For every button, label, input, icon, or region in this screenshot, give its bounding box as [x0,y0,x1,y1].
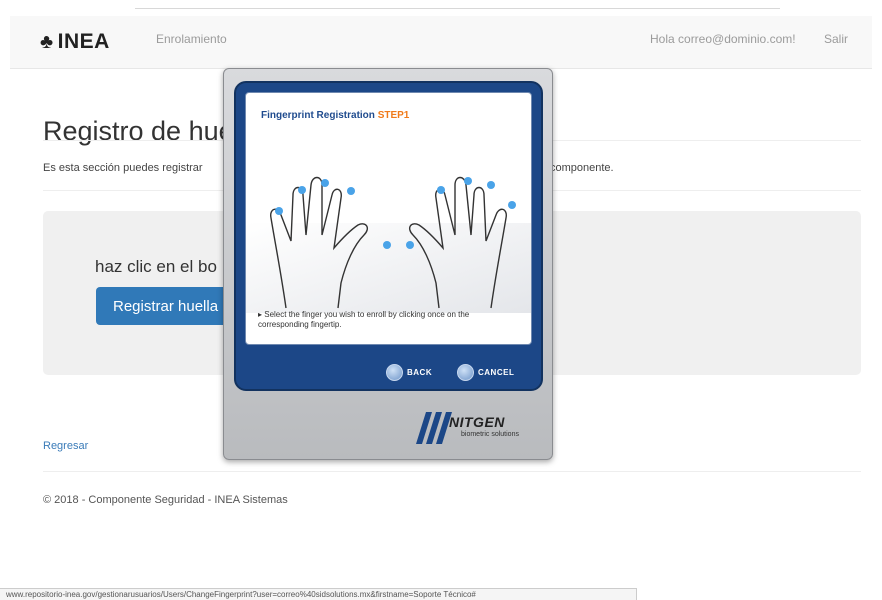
footer-copyright: © 2018 - Componente Seguridad - INEA Sis… [43,494,288,506]
browser-status-url: www.repositorio-inea.gov/gestionarusuari… [0,588,637,600]
fingertip-right-middle[interactable] [464,177,472,185]
brand-logo[interactable]: ♣ INEA [40,30,110,54]
back-link[interactable]: Regresar [43,440,88,452]
fingertip-left-thumb[interactable] [383,241,391,249]
lotus-logo-icon: ♣ [40,30,54,53]
navbar: ♣ INEA Enrolamiento Hola correo@dominio.… [10,16,872,69]
dialog-step: STEP1 [377,110,410,121]
section-description: Es esta sección puedes registrar [43,162,203,174]
nitgen-brand: NITGEN [449,414,505,430]
back-circle-icon [386,363,403,381]
divider [43,471,861,472]
fingertip-left-ring[interactable] [298,186,306,194]
nav-enrolamiento-link[interactable]: Enrolamiento [156,32,227,46]
dialog-instruction: ▸ Select the finger you wish to enroll b… [258,310,470,329]
brand-name: INEA [57,30,110,53]
dialog-title-text: Fingerprint Registration [261,110,375,121]
cancel-circle-icon [457,363,474,381]
dialog-cancel-label: CANCEL [478,367,515,377]
logout-link[interactable]: Salir [824,32,848,46]
fingerprint-dialog: Fingerprint Registration STEP1 ▸ Select … [223,68,553,460]
fingertip-right-thumb[interactable] [406,241,414,249]
fingertip-right-pinky[interactable] [508,201,516,209]
dialog-panel: Fingerprint Registration STEP1 ▸ Select … [245,92,532,345]
fingertip-left-middle[interactable] [321,179,329,187]
hands-illustration [246,176,531,313]
user-greeting-link[interactable]: Hola correo@dominio.com! [650,32,796,46]
dialog-title: Fingerprint Registration STEP1 [261,110,409,121]
dialog-frame: Fingerprint Registration STEP1 ▸ Select … [234,81,543,391]
page-title: Registro de hue [43,116,234,147]
fingertip-right-index[interactable] [437,186,445,194]
fingertip-left-pinky[interactable] [275,207,283,215]
section-description-end: componente. [550,162,614,174]
dialog-back-label: BACK [407,367,433,377]
dialog-cancel-button[interactable]: CANCEL [457,363,514,381]
nitgen-tagline: biometric solutions [461,431,519,438]
fingertip-left-index[interactable] [347,187,355,195]
browser-top-divider [135,8,780,9]
fingertip-right-ring[interactable] [487,181,495,189]
dialog-back-button[interactable]: BACK [386,363,432,381]
well-instruction: haz clic en el bo [95,257,217,276]
